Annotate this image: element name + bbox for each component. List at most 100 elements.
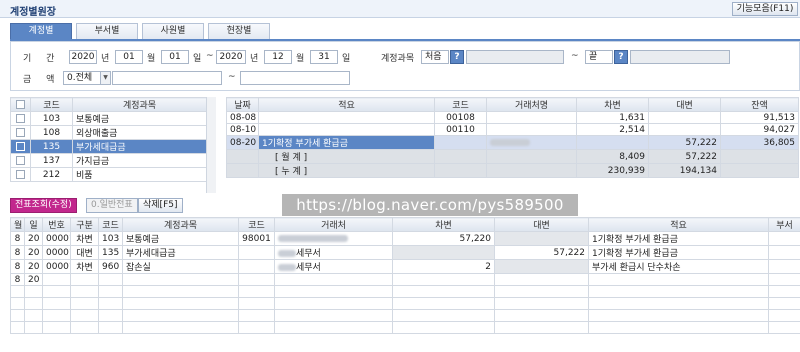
chevron-down-icon[interactable]: ▼ [100,72,110,84]
from-month-field[interactable]: 01 [115,50,143,64]
account-row-selected[interactable]: 135 부가세대급금 [10,139,207,154]
account-code: 212 [30,167,73,182]
to-month-field[interactable]: 12 [264,50,292,64]
ledger-debit [576,135,649,150]
voucher-row[interactable]: 8 20 00001 차변 960 잡손실 세무서 2 부가세 환급시 단수차손 [10,259,800,274]
column-header: 대변 [648,97,721,112]
account-separator: ~ [571,51,579,61]
general-voucher-button[interactable]: 0.일반전표 [86,198,138,213]
column-header: 코드 [98,217,123,232]
voucher-account: 부가세대급금 [122,245,239,260]
voucher-day[interactable]: 20 [24,273,43,286]
voucher-account-code: 135 [98,245,123,260]
masked-partner [278,234,348,242]
ledger-partner [486,135,577,150]
account-row[interactable]: 137 가지급금 [10,153,207,168]
column-header: 부서 [768,217,800,232]
voucher-day: 20 [24,231,43,246]
voucher-month[interactable]: 8 [10,273,25,286]
voucher-account-code: 960 [98,259,123,274]
filter-panel: 기 간 2020 년 01 월 01 일 ~ 2020 년 12 월 31 일 … [10,41,800,91]
from-month-unit: 월 [147,54,156,64]
period-separator: ~ [206,51,214,61]
account-name: 비품 [72,167,207,182]
voucher-day: 20 [24,245,43,260]
function-menu-button[interactable]: 기능모음(F11) [732,2,798,16]
column-header: 계정과목 [122,217,239,232]
ledger-summary [258,123,435,136]
ledger-debit: 2,514 [576,123,649,136]
voucher-dept [768,245,800,260]
ledger-date: 08-08 [226,111,259,124]
cumulative-total-debit: 230,939 [576,163,649,178]
voucher-account: 보통예금 [122,231,239,246]
ledger-summary [258,111,435,124]
ledger-date: 08-20 [226,135,259,150]
ledger-table: 날짜 적요 코드 거래처명 차변 대변 잔액 08-08 00108 1,631… [226,97,799,178]
account-list-scrollbar[interactable] [206,97,216,193]
to-year-field[interactable]: 2020 [216,50,246,64]
voucher-row-new[interactable]: 8 20 [10,273,800,286]
voucher-row[interactable]: 8 20 00001 차변 103 보통예금 98001 57,220 1기확정… [10,231,800,246]
amount-from-field[interactable] [112,71,222,85]
voucher-month: 8 [10,259,25,274]
voucher-row-empty[interactable] [10,297,800,310]
period-label: 기 간 [23,54,61,64]
row-checkbox[interactable] [16,155,25,165]
from-day-field[interactable]: 01 [161,50,189,64]
tab-employee[interactable]: 사원별 [142,23,204,39]
column-header: 날짜 [226,97,259,112]
voucher-debit: 57,220 [392,231,495,246]
ledger-code: 00110 [434,123,487,136]
account-from-help-icon[interactable]: ? [450,50,464,64]
account-to-help-icon[interactable]: ? [614,50,628,64]
delete-button[interactable]: 삭제[F5] [138,198,183,213]
row-checkbox[interactable] [16,169,25,179]
account-row[interactable]: 212 비품 [10,167,207,182]
tab-account[interactable]: 계정별 [10,23,72,39]
column-header: 번호 [42,217,71,232]
amount-option-select[interactable]: 0.전체 ▼ [63,71,111,85]
voucher-row-empty[interactable] [10,321,800,334]
blog-watermark: https://blog.naver.com/pys589500 [282,194,578,216]
account-name: 부가세대급금 [72,139,207,154]
column-header: 적요 [258,97,435,112]
account-to-field[interactable]: 끝 [585,50,613,64]
account-list-table: 코드 계정과목 103 보통예금 108 외상매출금 135 부가세대급금 13… [10,97,207,182]
account-row[interactable]: 103 보통예금 [10,111,207,126]
ledger-row-selected[interactable]: 08-20 1기확정 부가세 환급금 57,222 36,805 [226,135,799,150]
account-code: 108 [30,125,73,140]
amount-to-field[interactable] [240,71,350,85]
ledger-balance: 36,805 [720,135,799,150]
account-row[interactable]: 108 외상매출금 [10,125,207,140]
ledger-row[interactable]: 08-08 00108 1,631 91,513 [226,111,799,124]
column-header: 잔액 [720,97,799,112]
ledger-row[interactable]: 08-10 00110 2,514 94,027 [226,123,799,136]
voucher-view-button[interactable]: 전표조회(수정) [10,198,77,213]
tab-site[interactable]: 현장별 [208,23,270,39]
account-to-name [630,50,730,64]
ledger-partner [486,123,577,136]
row-checkbox[interactable] [16,127,25,137]
voucher-number: 00001 [42,231,71,246]
tab-department[interactable]: 부서별 [76,23,138,39]
masked-partner [278,250,296,257]
voucher-row-empty[interactable] [10,285,800,298]
window-title: 계정별원장 [10,7,56,18]
column-header: 코드 [238,217,275,232]
ledger-credit [648,111,721,124]
row-checkbox[interactable] [16,113,25,123]
voucher-row[interactable]: 8 20 00001 대변 135 부가세대급금 세무서 57,222 1기확정… [10,245,800,260]
column-header: 코드 [434,97,487,112]
to-day-field[interactable]: 31 [310,50,338,64]
checkbox-icon[interactable] [16,99,25,109]
row-checkbox[interactable] [16,141,25,151]
column-header: 코드 [30,97,73,112]
account-name: 외상매출금 [72,125,207,140]
voucher-partner-code [238,259,275,274]
from-year-field[interactable]: 2020 [69,50,97,64]
ledger-summary[interactable]: 1기확정 부가세 환급금 [258,135,435,150]
voucher-row-empty[interactable] [10,309,800,322]
select-all-checkbox[interactable] [10,97,31,112]
account-from-field[interactable]: 처음 [421,50,449,64]
